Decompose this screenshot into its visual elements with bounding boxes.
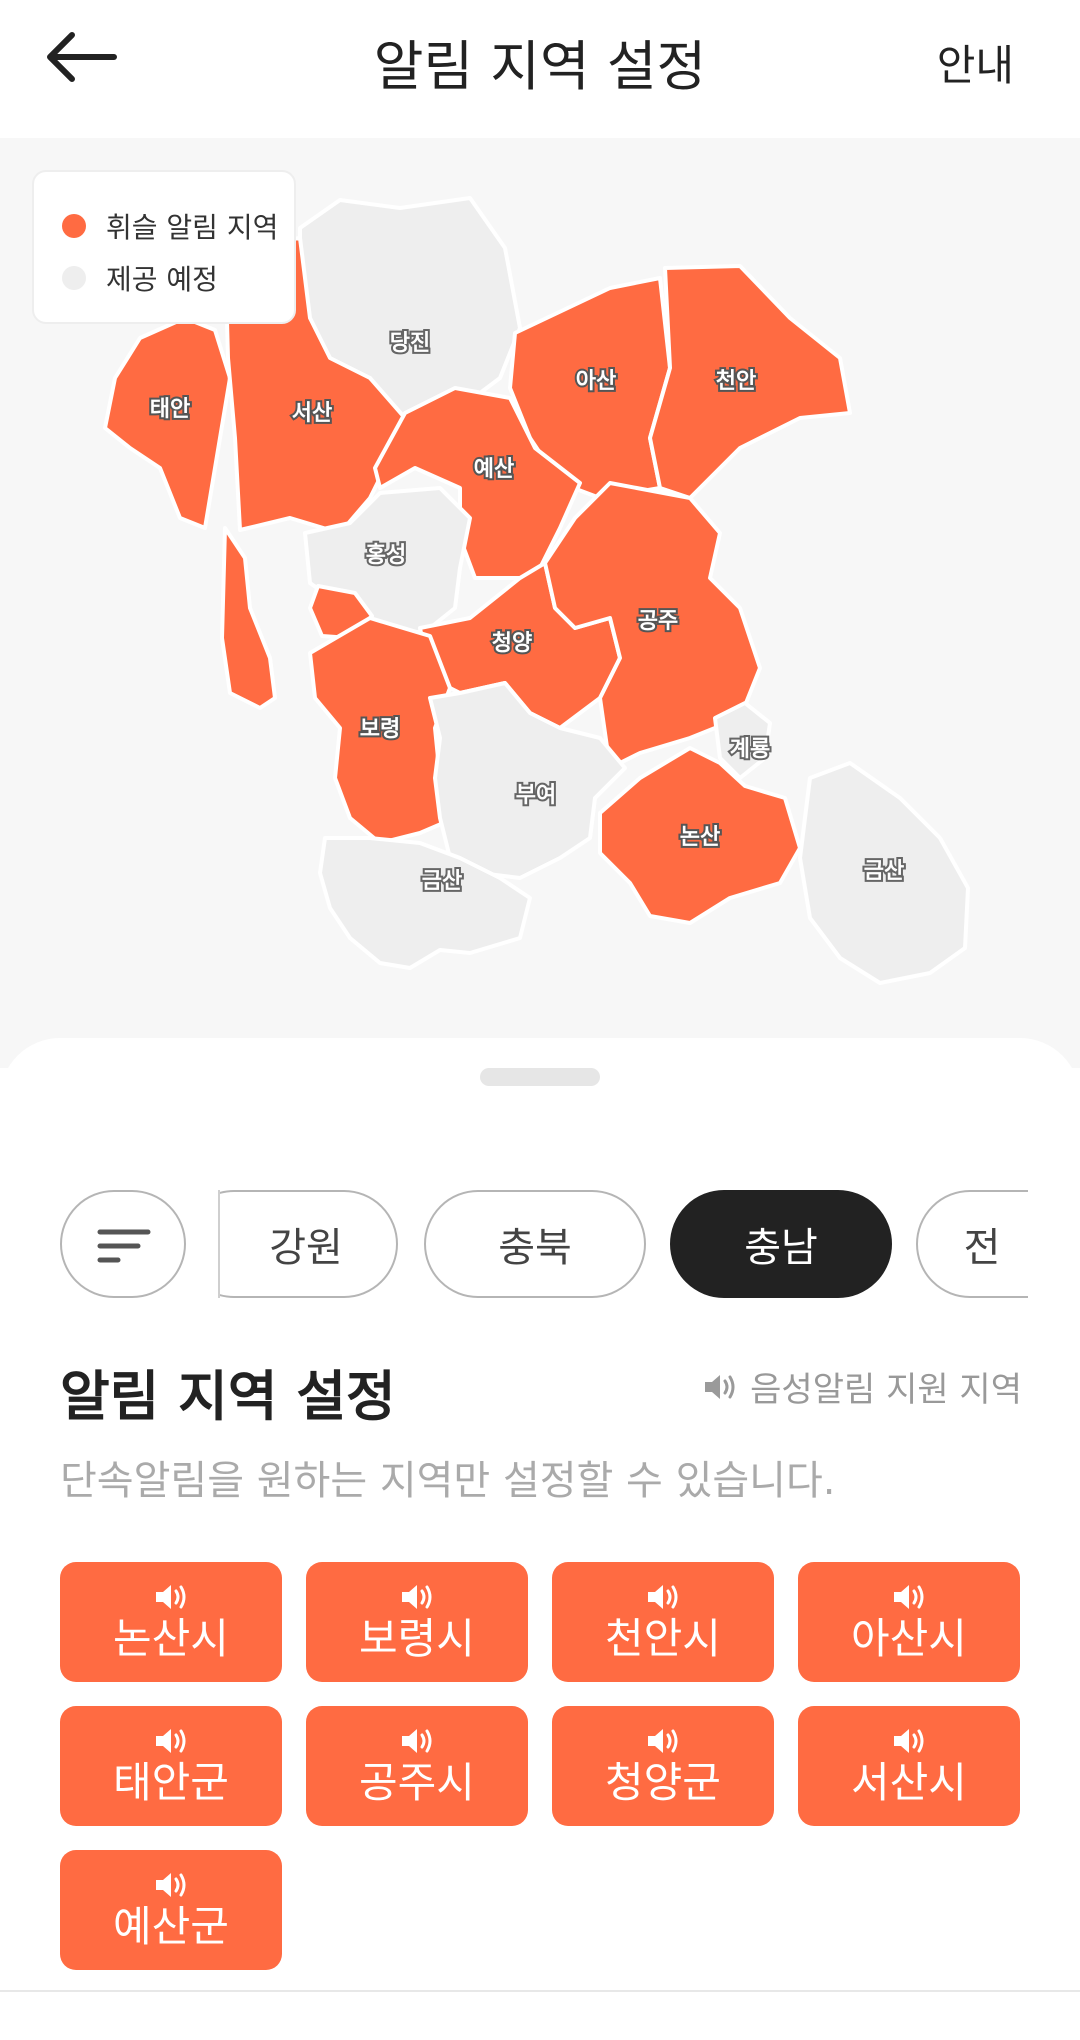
region-label: 예산군 — [113, 1902, 229, 1951]
map-label-asan: 아산 — [576, 369, 616, 394]
map-region-taean[interactable] — [103, 316, 232, 530]
tab-gangwon[interactable]: 강원 — [220, 1190, 398, 1298]
map-region-boryeong-strip[interactable] — [220, 526, 277, 710]
region-label: 공주시 — [359, 1758, 475, 1807]
map-label-hongseong: 홍성 — [366, 543, 406, 568]
speaker-icon — [894, 1585, 924, 1609]
speaker-icon — [894, 1729, 924, 1753]
legend-active: 휘슬 알림 지역 — [62, 206, 278, 246]
map-label-gongju: 공주 — [638, 609, 678, 634]
region-button-asan[interactable]: 아산시 — [798, 1562, 1020, 1682]
map-label-seosan: 서산 — [292, 401, 332, 426]
region-button-gongju[interactable]: 공주시 — [306, 1706, 528, 1826]
region-label: 태안군 — [113, 1758, 229, 1807]
map-label-geumsan-west: 금산 — [422, 869, 462, 894]
tab-chungbuk[interactable]: 충북 — [424, 1190, 646, 1298]
guide-button[interactable]: 안내 — [937, 32, 1014, 93]
legend-planned-label: 제공 예정 — [106, 263, 218, 296]
bottom-divider — [0, 1990, 1080, 1992]
map-label-boryeong: 보령 — [360, 717, 400, 742]
region-button-seosan[interactable]: 서산시 — [798, 1706, 1020, 1826]
map-label-gyeryong: 계룡 — [730, 737, 770, 762]
map-region-buyeo[interactable] — [428, 681, 627, 880]
map-label-buyeo: 부여 — [516, 783, 556, 808]
legend-active-dot — [62, 214, 86, 238]
region-label: 보령시 — [359, 1614, 475, 1663]
speaker-icon — [156, 1729, 186, 1753]
page-title: 알림 지역 설정 — [373, 35, 707, 98]
tab-chungnam[interactable]: 충남 — [670, 1190, 892, 1298]
map-label-geumsan-east: 금산 — [864, 859, 904, 884]
tab-chungnam-label: 충남 — [744, 1225, 818, 1271]
tab-jeon-label: 전 — [963, 1225, 1001, 1271]
region-label: 서산시 — [851, 1758, 967, 1807]
map-label-yesan: 예산 — [474, 457, 514, 482]
speaker-icon — [156, 1585, 186, 1609]
map-label-cheongyang: 청양 — [492, 631, 532, 656]
map-legend: 휘슬 알림 지역 제공 예정 — [32, 170, 296, 324]
legend-active-label: 휘슬 알림 지역 — [106, 211, 279, 244]
speaker-icon — [648, 1585, 678, 1609]
region-label: 아산시 — [851, 1614, 967, 1663]
map-label-cheonan: 천안 — [716, 369, 756, 394]
voice-support-legend: 음성알림 지원 지역 — [702, 1362, 1022, 1411]
region-button-cheonan[interactable]: 천안시 — [552, 1562, 774, 1682]
sheet-drag-handle[interactable] — [480, 1068, 600, 1086]
region-label: 청양군 — [605, 1758, 721, 1807]
legend-planned: 제공 예정 — [62, 258, 218, 298]
region-button-cheongyang[interactable]: 청양군 — [552, 1706, 774, 1826]
speaker-icon — [705, 1374, 735, 1399]
region-label: 천안시 — [605, 1614, 721, 1663]
speaker-icon — [648, 1729, 678, 1753]
region-button-taean[interactable]: 태안군 — [60, 1706, 282, 1826]
map-label-nonsan: 논산 — [680, 825, 720, 850]
bottom-sheet: 강원 충북 충남 전 알림 지역 설정 음성알림 지원 지역 단속알림을 원하는… — [0, 1038, 1080, 2040]
tab-jeon[interactable]: 전 — [916, 1190, 1028, 1298]
tab-gangwon-label: 강원 — [269, 1225, 343, 1271]
speaker-icon — [402, 1585, 432, 1609]
filter-icon — [97, 1229, 151, 1263]
map-label-dangjin: 당진 — [390, 331, 430, 356]
province-tabs: 강원 충북 충남 전 — [218, 1190, 1028, 1298]
region-label: 논산시 — [113, 1614, 229, 1663]
region-map: 당진 태안 서산 아산 천안 예산 홍성 청양 공주 보령 부여 계룡 논산 금… — [0, 138, 1080, 1068]
section-title: 알림 지역 설정 — [60, 1365, 396, 1428]
speaker-icon — [156, 1873, 186, 1897]
tab-chungbuk-label: 충북 — [498, 1225, 572, 1271]
voice-support-label: 음성알림 지원 지역 — [750, 1370, 1022, 1410]
section-description: 단속알림을 원하는 지역만 설정할 수 있습니다. — [60, 1458, 836, 1504]
speaker-icon — [402, 1729, 432, 1753]
filter-button[interactable] — [60, 1190, 186, 1298]
legend-planned-dot — [62, 266, 86, 290]
app-header: 알림 지역 설정 안내 — [0, 0, 1080, 138]
region-button-yesan[interactable]: 예산군 — [60, 1850, 282, 1970]
map-label-taean: 태안 — [150, 397, 190, 422]
region-button-nonsan[interactable]: 논산시 — [60, 1562, 282, 1682]
region-button-boryeong[interactable]: 보령시 — [306, 1562, 528, 1682]
